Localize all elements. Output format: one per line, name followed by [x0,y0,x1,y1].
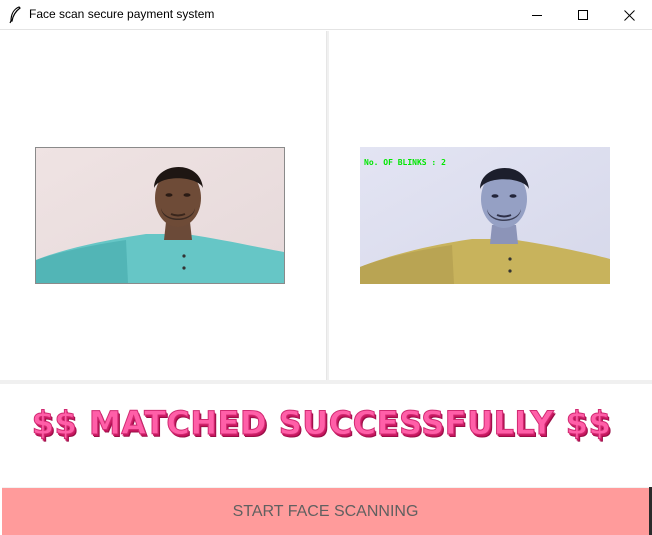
title-bar[interactable]: Face scan secure payment system [0,0,652,30]
status-area: $$ MATCHED SUCCESSFULLY $$ [0,384,652,486]
status-message: $$ MATCHED SUCCESSFULLY $$ [31,404,612,443]
maximize-button[interactable] [560,0,606,30]
close-icon [623,9,635,21]
person-photo [36,148,284,283]
close-button[interactable] [606,0,652,30]
window-title: Face scan secure payment system [29,7,215,21]
start-face-scanning-button[interactable]: START FACE SCANNING [2,487,649,535]
person-photo-processed [360,147,610,284]
blink-counter: No. OF BLINKS : 2 [364,158,446,167]
minimize-icon [532,15,542,16]
camera-panel-left [2,31,327,380]
minimize-button[interactable] [514,0,560,30]
camera-feed-right: No. OF BLINKS : 2 [360,147,610,284]
app-window: Face scan secure payment system No. OF B… [0,0,652,535]
camera-feed-left [35,147,285,284]
maximize-icon [578,10,588,20]
camera-panel-right: No. OF BLINKS : 2 [329,31,650,380]
feather-icon [9,6,21,24]
